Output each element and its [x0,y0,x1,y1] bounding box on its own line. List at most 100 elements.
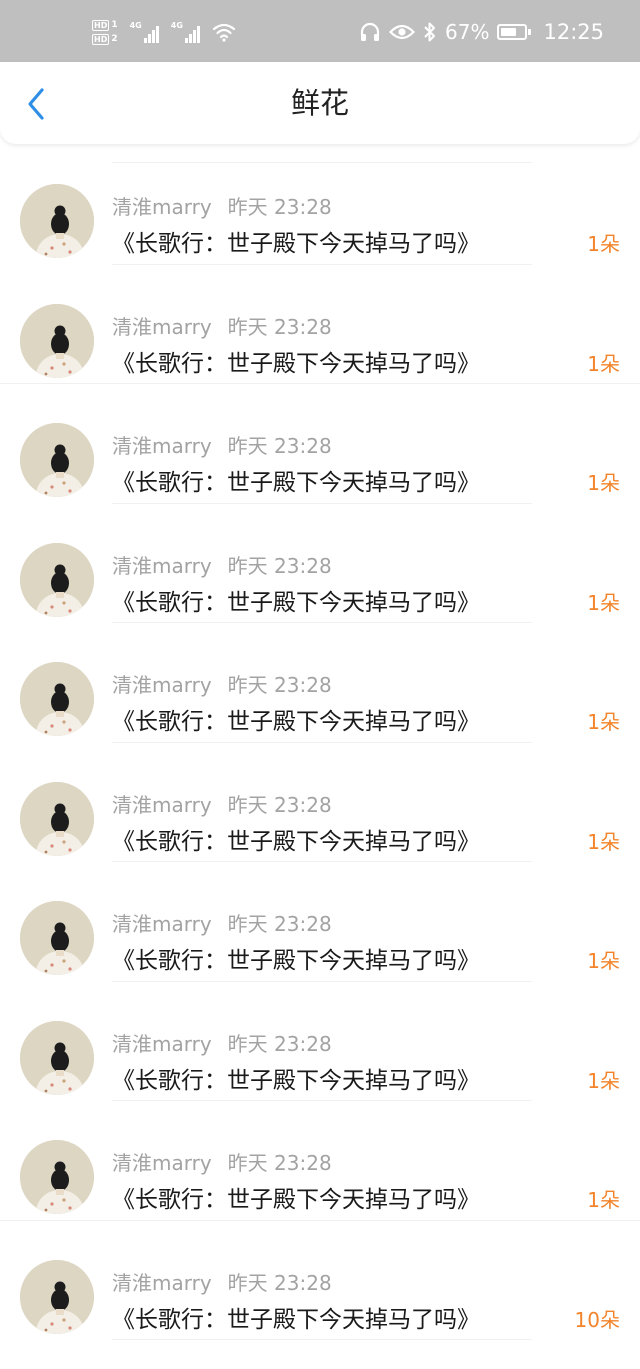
timestamp: 昨天 23:28 [227,434,332,458]
network-2-label: 4G [170,21,183,30]
item-meta: 清淮marry 昨天 23:28 [112,191,332,220]
network-1-label: 4G [129,21,142,30]
list-item[interactable]: 清淮marry 昨天 23:28 《长歌行：世子殿下今天掉马了吗》 10朵 [0,1220,640,1340]
user-name[interactable]: 清淮marry [112,315,212,339]
list-item[interactable]: 清淮marry 昨天 23:28 《长歌行：世子殿下今天掉马了吗》 1朵 [0,383,640,504]
book-title[interactable]: 《长歌行：世子殿下今天掉马了吗》 [112,941,480,975]
item-meta: 清淮marry 昨天 23:28 [112,550,332,579]
user-name[interactable]: 清淮marry [112,1032,212,1056]
timestamp: 昨天 23:28 [227,673,332,697]
avatar[interactable] [20,901,94,975]
user-name[interactable]: 清淮marry [112,554,212,578]
user-name[interactable]: 清淮marry [112,793,212,817]
book-title[interactable]: 《长歌行：世子殿下今天掉马了吗》 [112,463,480,497]
eye-icon [389,23,416,41]
user-name[interactable]: 清淮marry [112,195,212,219]
hd-1-label: HD [92,19,110,31]
timestamp: 昨天 23:28 [227,1031,332,1056]
flower-count: 1朵 [587,949,620,973]
hd-1-indicator: HD 1 [92,19,118,31]
list-item[interactable]: 清淮marry 昨天 23:28 《长歌行：世子殿下今天掉马了吗》 1朵 [0,981,640,1101]
battery-percent: 67% [445,20,490,44]
user-avatar-icon [20,542,94,617]
divider [112,1339,532,1340]
flower-count: 10朵 [574,1307,620,1332]
user-avatar-icon [20,781,94,856]
avatar[interactable] [20,303,94,378]
list-item[interactable]: 清淮marry 昨天 23:28 《长歌行：世子殿下今天掉马了吗》 1朵 [0,503,640,623]
item-meta: 清淮marry 昨天 23:28 [112,430,332,459]
list-item[interactable]: 清淮marry 昨天 23:28 《长歌行：世子殿下今天掉马了吗》 1朵 [0,144,640,265]
user-avatar-icon [20,1259,94,1334]
user-avatar-icon [20,423,94,497]
bluetooth-icon [423,21,437,43]
user-avatar-icon [20,184,94,258]
battery-level [501,28,517,36]
flower-count: 1朵 [587,1188,620,1212]
item-meta: 清淮marry 昨天 23:28 [112,1147,332,1176]
flower-count: 1朵 [587,232,620,256]
user-avatar-icon [20,662,94,736]
user-name[interactable]: 清淮marry [112,673,212,697]
timestamp: 昨天 23:28 [227,314,332,339]
status-time: 12:25 [543,20,604,44]
list-item[interactable]: 清淮marry 昨天 23:28 《长歌行：世子殿下今天掉马了吗》 1朵 [0,742,640,862]
hd-1-number: 1 [111,20,118,30]
book-title[interactable]: 《长歌行：世子殿下今天掉马了吗》 [112,702,480,736]
headphones-icon [359,21,381,43]
book-title[interactable]: 《长歌行：世子殿下今天掉马了吗》 [112,822,480,856]
user-name[interactable]: 清淮marry [112,1271,212,1295]
nav-bar: 鲜花 [0,62,640,144]
user-avatar-icon [20,1140,94,1214]
book-title[interactable]: 《长歌行：世子殿下今天掉马了吗》 [112,1061,480,1095]
list-item[interactable]: 清淮marry 昨天 23:28 《长歌行：世子殿下今天掉马了吗》 1朵 [0,1100,640,1221]
user-name[interactable]: 清淮marry [112,434,212,458]
avatar[interactable] [20,1140,94,1214]
timestamp: 昨天 23:28 [227,195,332,219]
book-title[interactable]: 《长歌行：世子殿下今天掉马了吗》 [112,1180,480,1214]
avatar[interactable] [20,542,94,617]
avatar[interactable] [20,423,94,497]
page-title: 鲜花 [290,86,349,120]
item-meta: 清淮marry 昨天 23:28 [112,1267,332,1296]
flower-count: 1朵 [587,590,620,615]
timestamp: 昨天 23:28 [227,1270,332,1295]
user-avatar-icon [20,1020,94,1095]
user-avatar-icon [20,901,94,975]
list-item[interactable]: 清淮marry 昨天 23:28 《长歌行：世子殿下今天掉马了吗》 1朵 [0,264,640,384]
user-name[interactable]: 清淮marry [112,912,212,936]
item-meta: 清淮marry 昨天 23:28 [112,311,332,340]
hd-2-number: 2 [111,34,118,44]
avatar[interactable] [20,184,94,258]
hd-2-indicator: HD 2 [92,33,118,45]
status-bar-left: HD 1 HD 2 4G 4G [92,14,236,50]
avatar[interactable] [20,1259,94,1334]
wifi-icon [212,22,236,42]
book-title[interactable]: 《长歌行：世子殿下今天掉马了吗》 [112,1300,480,1334]
item-meta: 清淮marry 昨天 23:28 [112,669,332,698]
signal-icon: 4G [171,21,200,43]
hd-2-label: HD [92,33,110,45]
signal-icon: 4G [130,21,159,43]
book-title[interactable]: 《长歌行：世子殿下今天掉马了吗》 [112,224,480,258]
status-bar-right: 67% 12:25 [359,14,604,50]
hd-indicators: HD 1 HD 2 [92,19,118,45]
avatar[interactable] [20,781,94,856]
user-avatar-icon [20,303,94,378]
user-name[interactable]: 清淮marry [112,1151,212,1175]
list-item[interactable]: 清淮marry 昨天 23:28 《长歌行：世子殿下今天掉马了吗》 1朵 [0,861,640,982]
item-meta: 清淮marry 昨天 23:28 [112,789,332,818]
list-item[interactable]: 清淮marry 昨天 23:28 《长歌行：世子殿下今天掉马了吗》 1朵 [0,622,640,743]
book-title[interactable]: 《长歌行：世子殿下今天掉马了吗》 [112,583,480,617]
avatar[interactable] [20,662,94,736]
flower-count: 1朵 [587,471,620,495]
avatar[interactable] [20,1020,94,1095]
item-meta: 清淮marry 昨天 23:28 [112,908,332,937]
timestamp: 昨天 23:28 [227,553,332,578]
status-bar: HD 1 HD 2 4G 4G 67% 12:25 [0,0,640,62]
flower-count: 1朵 [587,1068,620,1093]
book-title[interactable]: 《长歌行：世子殿下今天掉马了吗》 [112,344,480,378]
timestamp: 昨天 23:28 [227,1151,332,1175]
item-meta: 清淮marry 昨天 23:28 [112,1028,332,1057]
flower-count: 1朵 [587,351,620,376]
